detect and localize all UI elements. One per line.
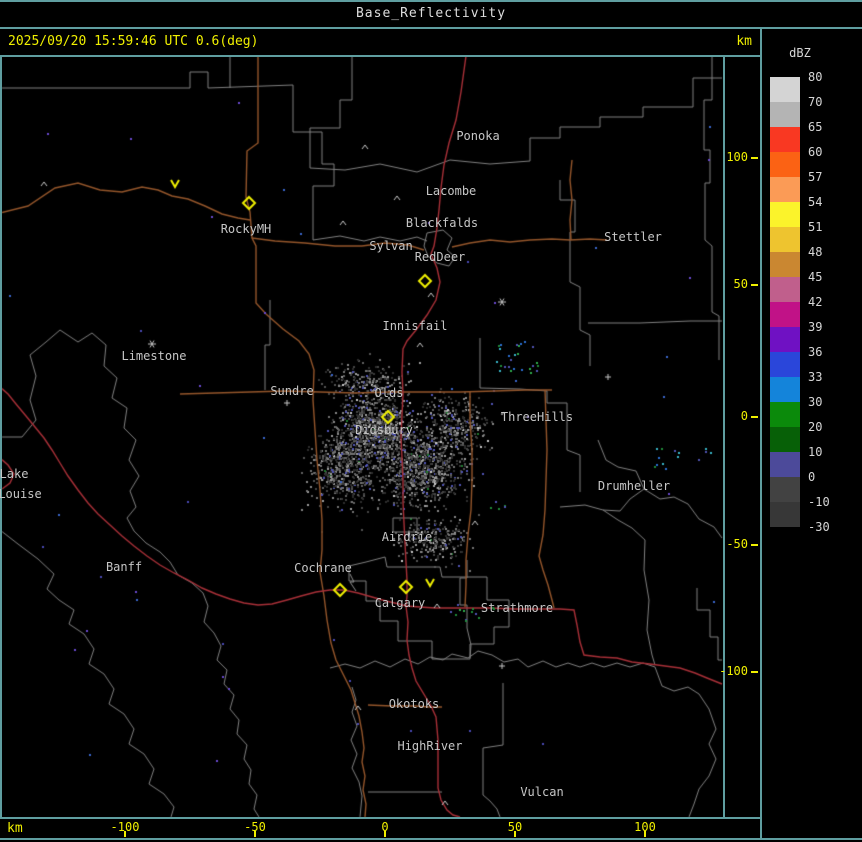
frame-line-top (0, 0, 862, 2)
legend-value-label: -30 (808, 520, 830, 534)
city-label: Calgary (374, 596, 426, 610)
legend-swatch (770, 277, 800, 302)
timestamp-readout: 2025/09/20 15:59:46 UTC 0.6(deg) (8, 34, 259, 49)
city-label: Lake (0, 467, 29, 481)
legend-swatch (770, 252, 800, 277)
legend-swatch (770, 377, 800, 402)
legend-value-label: 20 (808, 420, 823, 434)
legend-title: dBZ (789, 46, 811, 60)
right-axis-tick-mark (751, 416, 758, 418)
legend-swatch (770, 102, 800, 127)
frame-line-legend-left (760, 28, 762, 840)
frame-line-bottom (0, 838, 862, 840)
right-axis-tick-mark (751, 157, 758, 159)
bottom-axis-tick-mark (644, 831, 646, 837)
legend-value-label: 42 (808, 295, 823, 309)
city-label: Blackfalds (405, 216, 479, 230)
city-label: Sylvan (369, 239, 413, 253)
city-label: Sundre (270, 384, 314, 398)
legend-value-label: 10 (808, 445, 823, 459)
legend-swatch (770, 452, 800, 477)
city-label: Ponoka (456, 129, 500, 143)
right-axis-tick-label: 0 (740, 409, 748, 423)
city-label: Okotoks (388, 697, 440, 711)
frame-line-under-stamp (0, 55, 760, 57)
right-axis-tick-label: 50 (733, 277, 748, 291)
frame-line-plot-bottom (0, 817, 760, 819)
legend-swatch (770, 502, 800, 527)
bottom-axis-tick-mark (254, 831, 256, 837)
right-axis-tick-mark (751, 544, 758, 546)
city-label: Limestone (121, 349, 187, 363)
legend-value-label: 48 (808, 245, 823, 259)
legend-value-label: 80 (808, 70, 823, 84)
bottom-axis-tick-mark (514, 831, 516, 837)
legend-swatch (770, 127, 800, 152)
frame-line-under-title (0, 27, 862, 29)
legend-swatch (770, 227, 800, 252)
legend-swatch (770, 477, 800, 502)
legend-value-label: 60 (808, 145, 823, 159)
legend-swatch (770, 302, 800, 327)
bottom-axis-tick-mark (124, 831, 126, 837)
city-label: Vulcan (520, 785, 564, 799)
legend-swatch (770, 177, 800, 202)
legend-swatch (770, 327, 800, 352)
legend-value-label: 51 (808, 220, 823, 234)
city-label: Lacombe (425, 184, 477, 198)
legend-value-label: 36 (808, 345, 823, 359)
legend-value-label: 57 (808, 170, 823, 184)
legend-value-label: -10 (808, 495, 830, 509)
legend-value-label: 45 (808, 270, 823, 284)
city-label: Drumheller (597, 479, 671, 493)
window-title: Base_Reflectivity (355, 6, 507, 21)
frame-line-plot-left (0, 56, 2, 817)
legend-value-label: 54 (808, 195, 823, 209)
city-label: Airdrie (381, 530, 433, 544)
right-axis-tick-mark (751, 671, 758, 673)
legend-swatch (770, 152, 800, 177)
bottom-axis-unit-label: km (7, 821, 23, 836)
city-label: Innisfail (382, 319, 448, 333)
right-axis-unit-label: km (736, 34, 752, 49)
legend-swatch (770, 77, 800, 102)
city-label: Cochrane (294, 561, 352, 575)
right-axis-tick-label: 100 (726, 150, 748, 164)
legend-value-label: 65 (808, 120, 823, 134)
city-label: Olds (374, 386, 404, 400)
frame-line-plot-right (723, 56, 725, 817)
legend-value-label: 33 (808, 370, 823, 384)
legend-swatch (770, 427, 800, 452)
legend-swatch (770, 202, 800, 227)
city-label: ThreeHills (500, 410, 574, 424)
city-label: RockyMH (220, 222, 272, 236)
city-label: Louise (0, 487, 42, 501)
right-axis-tick-label: -50 (726, 537, 748, 551)
right-axis-tick-mark (751, 284, 758, 286)
city-label: RedDeer (414, 250, 466, 264)
city-label: Strathmore (480, 601, 554, 615)
city-label: Stettler (604, 230, 662, 244)
legend-value-label: 30 (808, 395, 823, 409)
right-axis-tick-label: -100 (719, 664, 748, 678)
radar-app-window: { "window": { "title": "Base_Reflectivit… (0, 0, 862, 842)
city-label: Banff (105, 560, 143, 574)
legend-swatch (770, 352, 800, 377)
city-label: Didsbury (355, 423, 413, 437)
legend-value-label: 70 (808, 95, 823, 109)
city-label: HighRiver (397, 739, 463, 753)
bottom-axis-tick-mark (384, 831, 386, 837)
legend-value-label: 39 (808, 320, 823, 334)
legend-swatch (770, 402, 800, 427)
legend-value-label: 0 (808, 470, 816, 484)
